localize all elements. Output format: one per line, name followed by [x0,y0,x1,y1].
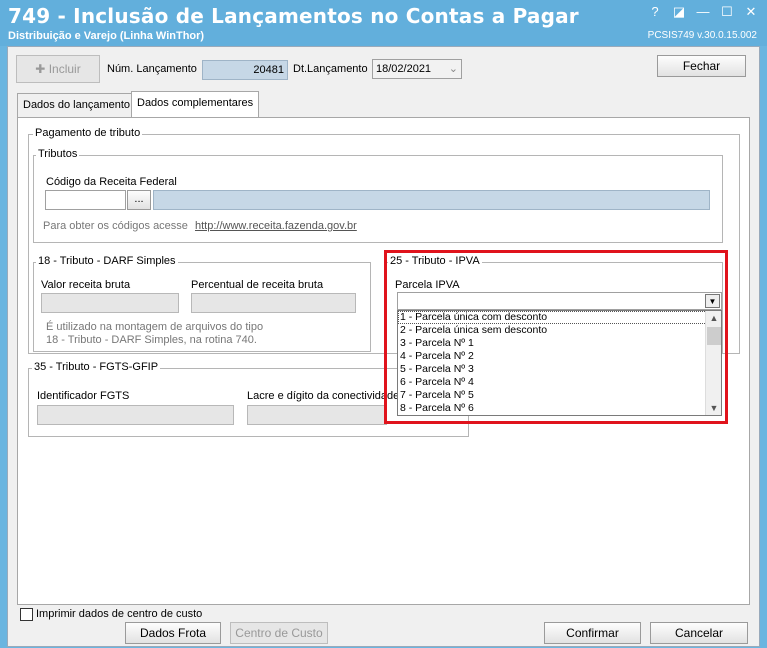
window-subtitle: Distribuição e Varejo (Linha WinThor) [8,30,205,42]
client-area: ✚ Incluir Núm. Lançamento 20481 Dt.Lança… [7,46,760,647]
close-icon[interactable]: ✕ [742,4,760,20]
browse-button[interactable]: ... [127,190,151,210]
identificador-fgts-input[interactable] [37,405,234,425]
lacre-input[interactable] [247,405,387,425]
version-label: PCSIS749 v.30.0.15.002 [647,30,757,41]
restore-alt-icon[interactable]: ◪ [670,4,688,20]
title-bar: 749 - Inclusão de Lançamentos no Contas … [0,0,767,46]
codigo-receita-description [153,190,710,210]
help-icon[interactable]: ? [646,4,664,20]
hint-prefix: Para obter os códigos acesse [43,220,188,232]
codigo-receita-label: Código da Receita Federal [46,176,177,188]
valor-receita-input[interactable] [41,293,179,313]
num-lancamento-label: Núm. Lançamento [107,63,197,75]
valor-receita-label: Valor receita bruta [41,279,131,291]
darf-legend: 18 - Tributo - DARF Simples [36,255,178,267]
chevron-down-icon: ⌄ [448,63,458,75]
darf-note-line1: É utilizado na montagem de arquivos do t… [46,321,264,333]
dados-frota-button[interactable]: Dados Frota [125,622,221,644]
hint-text: Para obter os códigos acesse http://www.… [43,220,357,232]
tributos-group: Tributos Código da Receita Federal ... P… [33,148,723,243]
dt-lancamento-label: Dt.Lançamento [293,63,368,75]
imprimir-checkbox[interactable] [20,608,33,621]
tab-dados-complementares[interactable]: Dados complementares [131,91,260,118]
num-lancamento-field[interactable]: 20481 [202,60,288,80]
cancelar-button[interactable]: Cancelar [650,622,748,644]
app-window: 749 - Inclusão de Lançamentos no Contas … [0,0,767,648]
plus-icon: ✚ [35,62,46,76]
fgts-legend: 35 - Tributo - FGTS-GFIP [32,361,161,373]
centro-custo-button[interactable]: Centro de Custo [230,622,328,644]
dt-lancamento-value: 18/02/2021 [376,63,432,75]
percentual-receita-label: Percentual de receita bruta [191,279,324,291]
codigo-receita-input[interactable] [45,190,126,210]
maximize-icon[interactable]: ☐ [718,4,736,20]
tab-panel: Pagamento de tributo Tributos Código da … [17,117,750,605]
lacre-label: Lacre e dígito da conectividade [247,390,400,402]
percentual-receita-input[interactable] [191,293,356,313]
imprimir-label: Imprimir dados de centro de custo [36,608,203,620]
darf-note-line2: 18 - Tributo - DARF Simples, na rotina 7… [46,334,257,346]
tab-dados-lancamento[interactable]: Dados do lançamento [17,93,137,117]
ipva-highlight-box [384,250,728,424]
minimize-icon[interactable]: — [694,4,712,20]
dt-lancamento-field[interactable]: 18/02/2021 ⌄ [372,59,462,79]
confirmar-button[interactable]: Confirmar [544,622,641,644]
incluir-label: Incluir [48,62,81,76]
fechar-button[interactable]: Fechar [657,55,746,77]
identificador-fgts-label: Identificador FGTS [37,390,130,402]
darf-group: 18 - Tributo - DARF Simples Valor receit… [33,255,371,352]
window-title: 749 - Inclusão de Lançamentos no Contas … [8,4,579,28]
incluir-button[interactable]: ✚ Incluir [16,55,100,83]
receita-link[interactable]: http://www.receita.fazenda.gov.br [195,220,357,232]
tributos-legend: Tributos [36,148,80,160]
pagamento-tributo-legend: Pagamento de tributo [33,127,143,139]
